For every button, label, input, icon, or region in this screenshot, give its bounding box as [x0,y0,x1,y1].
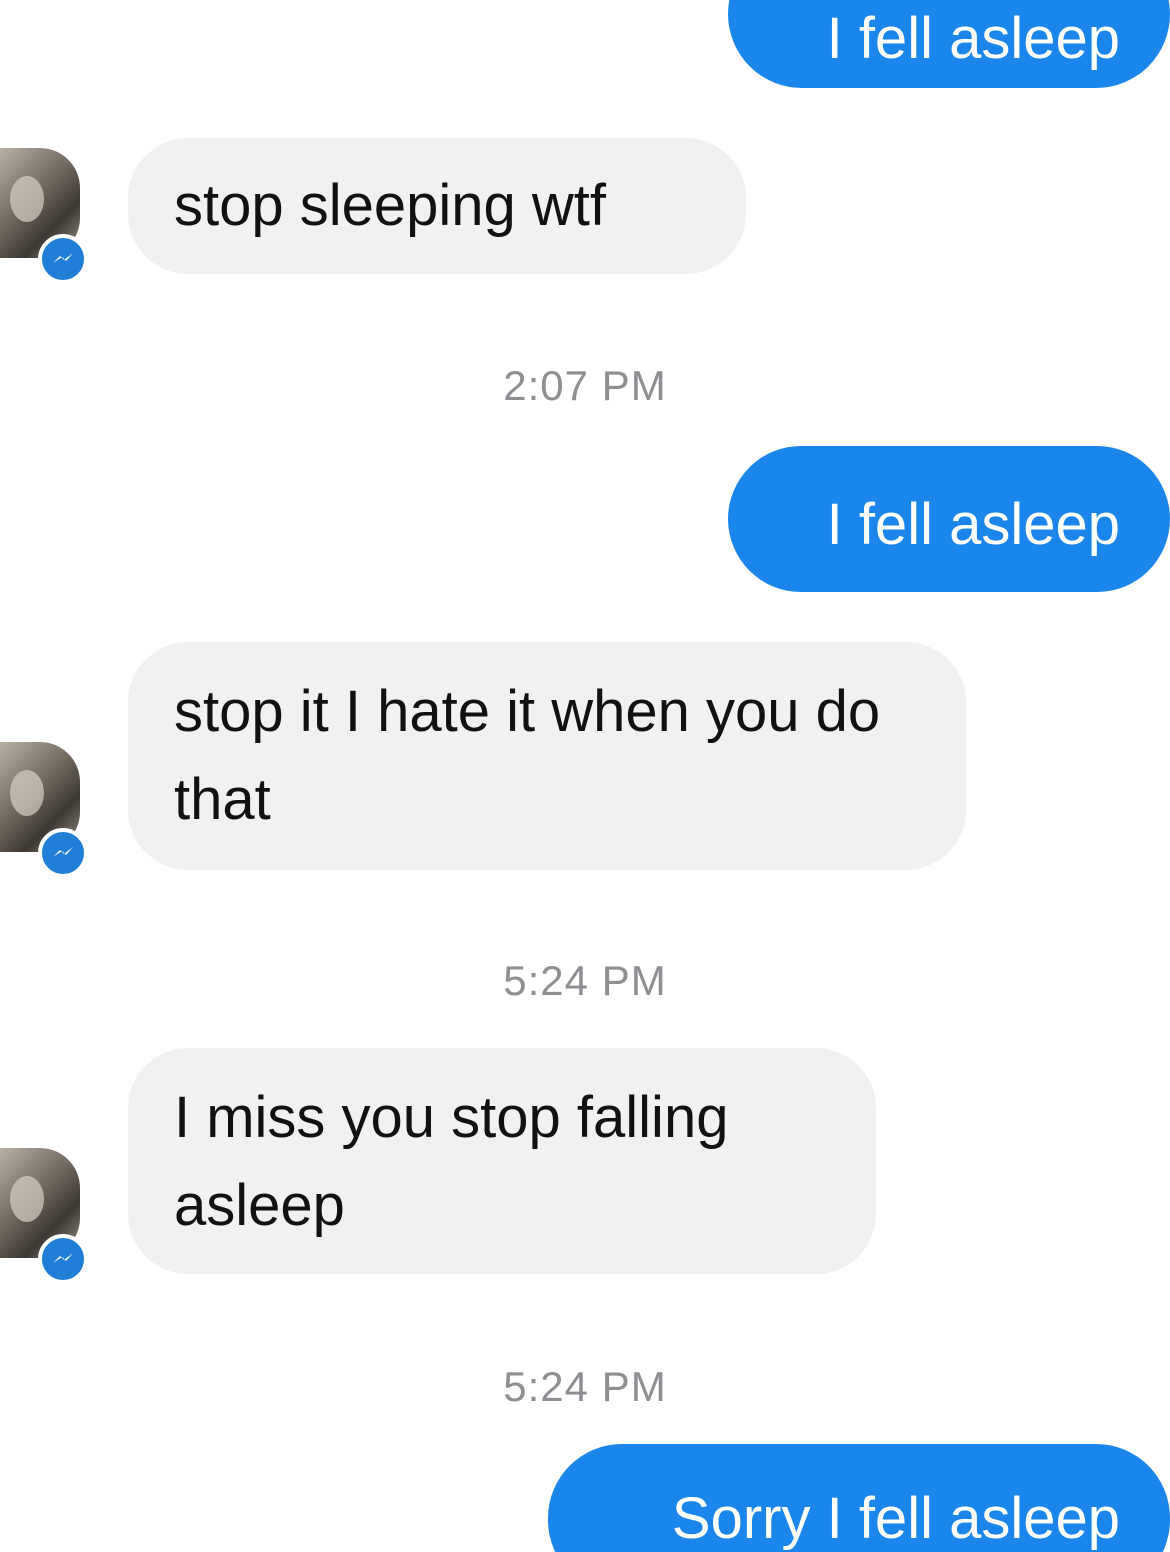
message-thread: I fell asleep stop sleeping wtf 2:07 PM … [0,0,1170,1552]
message-text: stop it I hate it when you do that [174,679,881,832]
message-text: I miss you stop falling asleep [174,1085,729,1238]
messenger-bolt-icon [38,1234,88,1284]
contact-avatar[interactable] [0,148,88,284]
incoming-message-bubble[interactable]: I miss you stop falling asleep [128,1048,876,1274]
incoming-message-bubble[interactable]: stop it I hate it when you do that [128,642,966,870]
message-text: Sorry I fell asleep [671,1486,1120,1551]
incoming-message-bubble[interactable]: stop sleeping wtf [128,138,746,274]
message-timestamp: 5:24 PM [503,1363,667,1410]
avatar-photo [10,770,44,816]
contact-avatar[interactable] [0,1148,88,1284]
message-timestamp: 2:07 PM [503,362,667,409]
message-text: I fell asleep [826,492,1120,557]
outgoing-message-bubble[interactable]: I fell asleep [728,0,1170,88]
contact-avatar[interactable] [0,742,88,878]
message-text: I fell asleep [826,6,1120,71]
message-timestamp: 5:24 PM [503,957,667,1004]
outgoing-message-bubble[interactable]: I fell asleep [728,446,1170,592]
messenger-bolt-icon [38,234,88,284]
message-text: stop sleeping wtf [174,173,607,238]
avatar-photo [10,1176,44,1222]
outgoing-message-bubble[interactable]: Sorry I fell asleep [548,1444,1170,1552]
avatar-photo [10,176,44,222]
messenger-bolt-icon [38,828,88,878]
